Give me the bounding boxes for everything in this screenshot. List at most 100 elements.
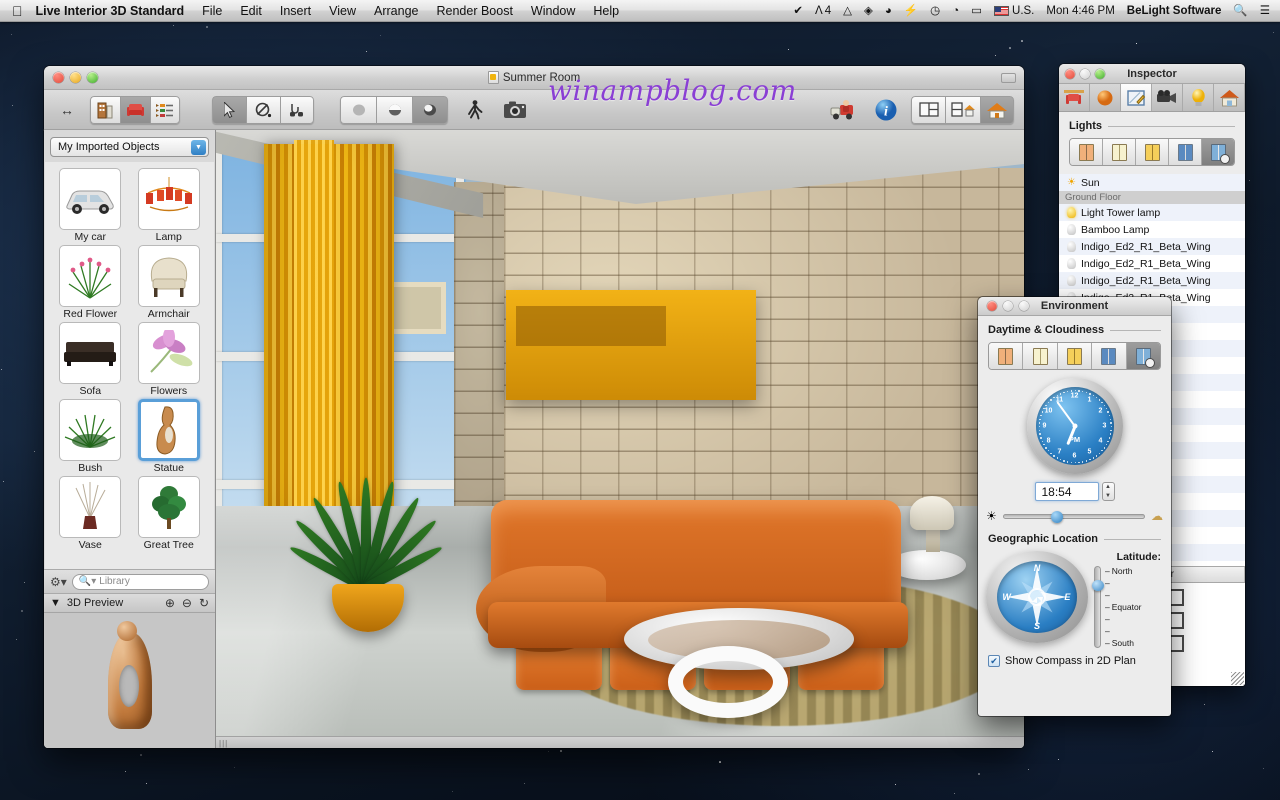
show-compass-checkbox[interactable]: ✔: [988, 655, 1000, 667]
viewport-scrollbar[interactable]: |||: [216, 736, 1024, 748]
latitude-slider-knob[interactable]: [1092, 580, 1104, 591]
tab-materials[interactable]: [1090, 84, 1121, 111]
preset-night[interactable]: [1092, 343, 1126, 369]
analog-clock[interactable]: 12 1 2 3 4 5 6 7 8 9 10 11 PM: [1027, 378, 1123, 474]
library-object-statue[interactable]: Statue: [132, 399, 207, 474]
menubar-user[interactable]: BeLight Software: [1121, 0, 1228, 22]
toolbar-toggle-button[interactable]: [1001, 73, 1016, 83]
car-icon[interactable]: [59, 168, 121, 230]
environment-titlebar[interactable]: Environment: [978, 297, 1171, 316]
notification-center-icon[interactable]: ☰: [1254, 0, 1280, 22]
menu-item-help[interactable]: Help: [584, 0, 628, 22]
adobe-status-group[interactable]: Λ 4: [809, 0, 837, 22]
tab-environment[interactable]: [1214, 84, 1245, 111]
menu-item-view[interactable]: View: [320, 0, 365, 22]
tab-objects[interactable]: [1059, 84, 1090, 111]
bulb-icon[interactable]: [1067, 275, 1076, 286]
inspector-resize-handle[interactable]: [1231, 672, 1244, 685]
minimize-button[interactable]: [70, 72, 81, 83]
building-icon[interactable]: [90, 96, 120, 124]
tab-cameras[interactable]: [1152, 84, 1183, 111]
library-object-flowers[interactable]: Flowers: [132, 322, 207, 397]
library-object-red-flower[interactable]: Red Flower: [53, 245, 128, 320]
menu-item-file[interactable]: File: [193, 0, 231, 22]
list-icon[interactable]: [150, 96, 180, 124]
menu-item-window[interactable]: Window: [522, 0, 584, 22]
armchair-icon[interactable]: [138, 245, 200, 307]
library-object-vase[interactable]: Vase: [53, 476, 128, 551]
library-object-great-tree[interactable]: Great Tree: [132, 476, 207, 551]
red-flower-icon[interactable]: [59, 245, 121, 307]
light-list-item[interactable]: Indigo_Ed2_R1_Beta_Wing: [1059, 272, 1245, 289]
preview-header[interactable]: ▼ 3D Preview ⊕ ⊖ ↻: [44, 593, 215, 613]
statue-icon[interactable]: [138, 399, 200, 461]
google-drive-icon[interactable]: △: [837, 0, 858, 22]
preview-3d-canvas[interactable]: [44, 613, 215, 748]
main-window-titlebar[interactable]: Summer Room: [44, 66, 1024, 90]
view-2d-plan-icon[interactable]: [911, 96, 945, 124]
light-list-item[interactable]: Indigo_Ed2_R1_Beta_Wing: [1059, 238, 1245, 255]
vase-icon[interactable]: [59, 476, 121, 538]
flowers-icon[interactable]: [138, 322, 200, 384]
light-list-item[interactable]: Light Tower lamp: [1059, 204, 1245, 221]
measure-icon[interactable]: [280, 96, 314, 124]
inspector-titlebar[interactable]: Inspector: [1059, 64, 1245, 84]
stepper-up-icon[interactable]: ▲: [1103, 483, 1114, 492]
sync-icon[interactable]: ◈: [858, 0, 879, 22]
3d-viewport[interactable]: |||: [216, 130, 1024, 748]
rotate-icon[interactable]: [246, 96, 280, 124]
menu-item-insert[interactable]: Insert: [271, 0, 320, 22]
light-list-item[interactable]: Bamboo Lamp: [1059, 221, 1245, 238]
bush-icon[interactable]: [59, 399, 121, 461]
shading-sphere-icon[interactable]: [376, 96, 412, 124]
disclosure-triangle-icon[interactable]: ▼: [50, 597, 61, 609]
menu-item-arrange[interactable]: Arrange: [365, 0, 427, 22]
wifi-icon[interactable]: ◔: [946, 0, 965, 22]
tab-edit[interactable]: [1121, 84, 1152, 111]
menubar-clock[interactable]: Mon 4:46 PM: [1040, 0, 1120, 22]
tree-icon[interactable]: [138, 476, 200, 538]
zoom-in-icon[interactable]: ⊕: [165, 596, 175, 610]
light-list-item[interactable]: ☀ Sun: [1059, 174, 1245, 191]
library-object-bush[interactable]: Bush: [53, 399, 128, 474]
cloudiness-slider-knob[interactable]: [1051, 511, 1063, 523]
spotlight-search-icon[interactable]: 🔍: [1227, 0, 1253, 22]
walkthrough-person-icon[interactable]: [460, 96, 490, 124]
dropbox-check-icon[interactable]: ✔: [787, 0, 809, 22]
shading-render-icon[interactable]: [412, 96, 448, 124]
view-3d-icon[interactable]: [980, 96, 1014, 124]
preset-sunset[interactable]: [1058, 343, 1092, 369]
reset-rotation-icon[interactable]: ↻: [199, 596, 209, 610]
chandelier-icon[interactable]: [138, 168, 200, 230]
show-compass-row[interactable]: ✔ Show Compass in 2D Plan: [978, 648, 1171, 667]
render-boost-truck-icon[interactable]: [823, 96, 861, 124]
library-object-armchair[interactable]: Armchair: [132, 245, 207, 320]
camera-icon[interactable]: [498, 96, 532, 124]
arrows-horizontal-icon[interactable]: ↔: [52, 96, 82, 124]
search-input[interactable]: 🔍▾ Library: [72, 574, 209, 590]
zoom-out-icon[interactable]: ⊖: [182, 596, 192, 610]
bulb-icon[interactable]: [1067, 207, 1076, 218]
gear-menu-icon[interactable]: ⚙▾: [50, 575, 67, 589]
apple-menu-icon[interactable]: : [0, 4, 34, 18]
library-object-sofa[interactable]: Sofa: [53, 322, 128, 397]
battery-icon[interactable]: ▭: [965, 0, 988, 22]
furniture-icon[interactable]: [120, 96, 150, 124]
menu-app-name[interactable]: Live Interior 3D Standard: [34, 0, 194, 22]
time-stepper[interactable]: ▲ ▼: [1102, 482, 1115, 501]
preset-noon[interactable]: [1023, 343, 1057, 369]
resize-grip-icon[interactable]: |||: [219, 739, 228, 748]
library-object-lamp[interactable]: Lamp: [132, 168, 207, 243]
close-button[interactable]: [53, 72, 64, 83]
shading-flat-icon[interactable]: [340, 96, 376, 124]
light-list-item[interactable]: Indigo_Ed2_R1_Beta_Wing: [1059, 255, 1245, 272]
library-object-my-car[interactable]: My car: [53, 168, 128, 243]
collection-popup[interactable]: My Imported Objects ▼: [50, 137, 209, 157]
flash-icon[interactable]: ⚡: [898, 0, 924, 22]
latitude-slider[interactable]: [1094, 566, 1101, 648]
time-input[interactable]: 18:54: [1035, 482, 1099, 501]
tab-lights[interactable]: [1183, 84, 1214, 111]
preset-custom-time[interactable]: [1127, 343, 1160, 369]
menu-item-render-boost[interactable]: Render Boost: [427, 0, 521, 22]
clock-history-icon[interactable]: ◷: [924, 0, 946, 22]
